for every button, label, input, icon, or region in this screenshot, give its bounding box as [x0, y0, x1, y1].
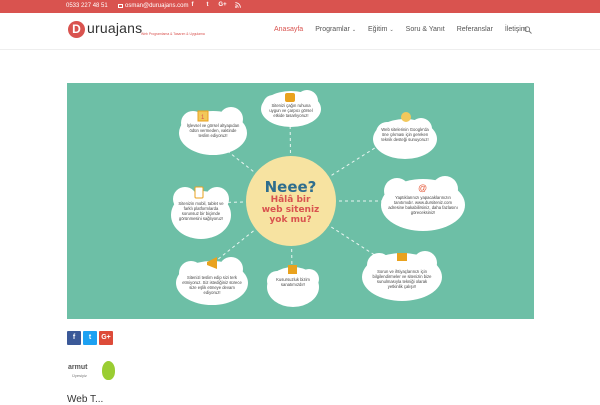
logo-tagline: Web Programlama & Tasarım & Uygulama [141, 32, 205, 36]
nav-item-egitim[interactable]: Eğitim ⌄ [368, 26, 394, 33]
banner-title-line4: yok mu? [269, 215, 312, 225]
banner-title-line2: Hâlâ bir [270, 195, 311, 205]
armut-subtitle: Üyesiyiz [72, 373, 87, 378]
logo-letter: D [68, 21, 85, 38]
facebook-share-button[interactable]: f [67, 331, 81, 345]
email-address: osman@duruajans.com [125, 3, 189, 9]
nav-item-programlar[interactable]: Programlar ⌄ [315, 26, 356, 33]
rss-icon[interactable] [233, 2, 242, 10]
armut-name: armut [68, 364, 88, 371]
cloud-perfection: Kusursuzluk bizim sanatımızdır! [276, 277, 310, 287]
banner-title-line3: web siteniz [261, 205, 320, 215]
facebook-icon[interactable]: f [188, 2, 197, 10]
top-bar: 0533 227 48 51 osman@duruajans.com f t G… [0, 0, 600, 13]
cloud-mobile: Sitenizin mobil, tablet ve farklı platfo… [178, 201, 224, 221]
google-plus-share-button[interactable]: G+ [99, 331, 113, 345]
search-icon[interactable] [524, 26, 532, 34]
pear-icon [102, 361, 115, 380]
cloud-deadline: İşlevsel ve görsel altyapıdan ödün verme… [186, 123, 240, 138]
email-link[interactable]: osman@duruajans.com [118, 3, 188, 9]
chevron-down-icon: ⌄ [351, 27, 357, 33]
twitter-icon[interactable]: t [203, 2, 212, 10]
svg-text:@: @ [418, 183, 427, 193]
phone-number[interactable]: 0533 227 48 51 [66, 3, 108, 9]
twitter-share-button[interactable]: t [83, 331, 97, 345]
social-links: f t G+ [188, 2, 242, 10]
nav-item-soru-yanit[interactable]: Soru & Yanıt [406, 26, 445, 33]
cloud-portfolio: Yaptıklarınızı yapacaklarınızın tanıtımı… [388, 195, 458, 215]
logo-name: uruajans [87, 20, 143, 36]
cloud-support: Sorun ve ihtiyaçlarınızı için bilgilendi… [372, 269, 432, 289]
nav-item-anasayfa[interactable]: Anasayfa [274, 26, 303, 33]
cloud-aftercare: Sitenizi teslim edip sizi terk etmiyoruz… [182, 275, 242, 295]
hero-banner: 1 @ Neee? Hâlâ bir web siteniz yok mu? S… [67, 83, 534, 319]
nav-item-referanslar[interactable]: Referanslar [457, 26, 493, 33]
google-plus-icon[interactable]: G+ [218, 2, 227, 10]
site-header: D uruajans Web Programlama & Tasarım & U… [0, 13, 600, 50]
main-nav: Anasayfa Programlar ⌄ Eğitim ⌄ Soru & Yanı… [274, 26, 539, 33]
armut-badge[interactable]: armut Üyesiyiz [68, 360, 120, 384]
banner-title: Neee? Hâlâ bir web siteniz yok mu? [248, 179, 333, 225]
mail-icon [118, 4, 123, 8]
banner-title-line1: Neee? [264, 178, 317, 196]
cloud-design: Sitenizi çağın ruhuna uygun ve çarpıcı g… [269, 103, 313, 118]
chevron-down-icon: ⌄ [389, 27, 394, 33]
cloud-seo: Web sitelerinin Google'da öne çıkması iç… [381, 127, 429, 142]
share-buttons: f t G+ [67, 331, 113, 345]
